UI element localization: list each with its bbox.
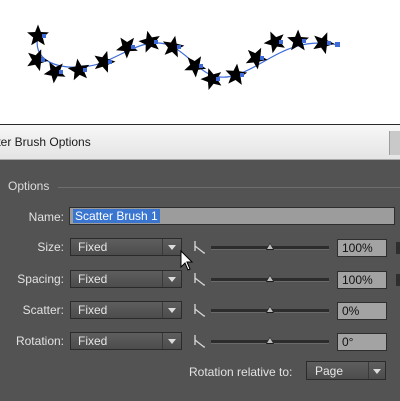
- options-group-label: Options: [8, 179, 50, 193]
- scatter-method-value: Fixed: [78, 303, 108, 317]
- scatter-brush-options-dialog: tter Brush Options: [0, 124, 400, 401]
- size-value-field[interactable]: 100%: [337, 239, 387, 257]
- dropdown-divider: [162, 333, 163, 349]
- rotation-label: Rotation:: [15, 334, 64, 348]
- artboard-preview: [0, 0, 400, 124]
- rotation-value-field[interactable]: 0°: [337, 333, 387, 351]
- anchor-point: [199, 64, 203, 68]
- anchor-point: [42, 34, 46, 38]
- scatter-label: Scatter:: [22, 303, 64, 317]
- scatter-star: [94, 50, 116, 73]
- rotation-slider-thumb[interactable]: [266, 337, 274, 344]
- rotation-method-dropdown[interactable]: Fixed: [70, 332, 182, 350]
- scatter-method-dropdown[interactable]: Fixed: [70, 301, 182, 319]
- scatter-stroke-preview: [27, 24, 340, 90]
- dropdown-divider: [368, 362, 369, 379]
- dialog-titlebar[interactable]: tter Brush Options: [0, 125, 400, 160]
- chevron-down-icon: [168, 339, 176, 344]
- name-field[interactable]: Scatter Brush 1: [69, 207, 395, 225]
- chevron-down-icon: [168, 245, 176, 250]
- anchor-point: [41, 58, 45, 62]
- size-method-dropdown[interactable]: Fixed: [70, 238, 182, 256]
- spacing-method-value: Fixed: [78, 272, 108, 286]
- size-slider-thumb[interactable]: [266, 243, 274, 250]
- anchor-point: [154, 40, 158, 44]
- rotation-relative-value: Page: [315, 364, 344, 378]
- spacing-label: Spacing:: [17, 272, 64, 286]
- size-method-value: Fixed: [78, 240, 108, 254]
- name-label: Name:: [28, 210, 64, 224]
- dropdown-divider: [162, 271, 163, 287]
- dialog-title: tter Brush Options: [0, 135, 91, 149]
- pressure-icon[interactable]: [193, 240, 207, 254]
- titlebar-edge: [389, 131, 400, 155]
- edge-mark: [396, 242, 400, 254]
- anchor-point: [177, 45, 181, 49]
- scatter-star: [162, 35, 185, 58]
- chevron-down-icon: [373, 369, 381, 374]
- anchor-point: [327, 41, 331, 45]
- scatter-slider-thumb[interactable]: [266, 306, 274, 313]
- spacing-method-dropdown[interactable]: Fixed: [70, 270, 182, 288]
- edge-mark: [396, 274, 400, 286]
- pressure-icon[interactable]: [193, 334, 207, 348]
- size-label: Size:: [37, 240, 64, 254]
- rotation-relative-dropdown[interactable]: Page: [306, 361, 386, 380]
- spacing-slider-thumb[interactable]: [266, 275, 274, 282]
- dropdown-divider: [162, 239, 163, 255]
- rotation-method-value: Fixed: [78, 334, 108, 348]
- chevron-down-icon: [168, 308, 176, 313]
- anchor-point: [83, 68, 87, 72]
- anchor-point: [216, 77, 220, 81]
- spacing-value-field[interactable]: 100%: [337, 271, 387, 289]
- rotation-relative-label: Rotation relative to:: [189, 365, 293, 379]
- name-field-selected-text: Scatter Brush 1: [73, 209, 160, 223]
- anchor-point: [335, 42, 340, 47]
- anchor-point: [108, 60, 112, 64]
- anchor-point: [302, 39, 306, 43]
- options-group-divider: [58, 187, 400, 188]
- scatter-star: [27, 49, 49, 72]
- anchor-point: [279, 40, 283, 44]
- pressure-icon[interactable]: [193, 272, 207, 286]
- anchor-point: [131, 45, 135, 49]
- anchor-point: [260, 56, 264, 60]
- mouse-pointer-icon: [180, 250, 194, 271]
- scatter-star: [245, 47, 268, 70]
- anchor-point: [240, 73, 244, 77]
- anchor-point: [59, 70, 63, 74]
- scatter-value-field[interactable]: 0%: [337, 302, 387, 320]
- pressure-icon[interactable]: [193, 303, 207, 317]
- chevron-down-icon: [168, 277, 176, 282]
- dropdown-divider: [162, 302, 163, 318]
